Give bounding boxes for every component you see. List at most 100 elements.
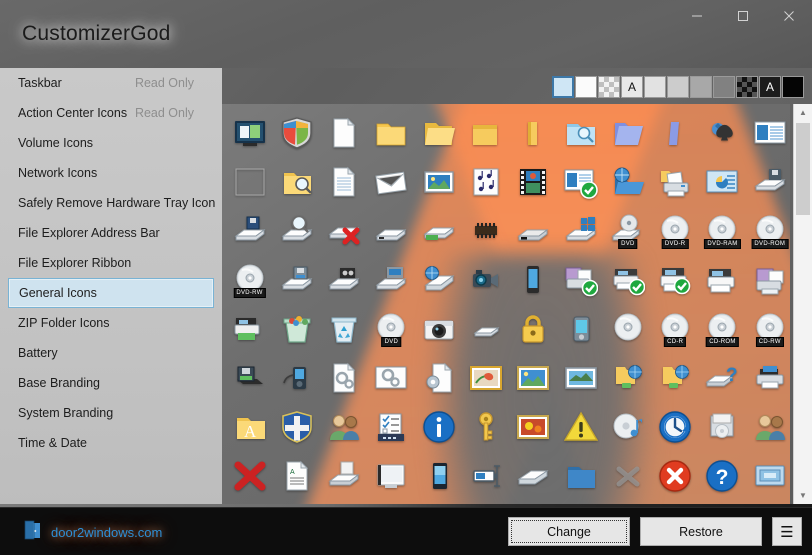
icon-photo-camera[interactable]	[422, 312, 456, 346]
icon-cell[interactable]	[462, 353, 509, 402]
icon-cell[interactable]	[510, 402, 557, 451]
swatch-checker-dark[interactable]	[736, 76, 758, 98]
icon-cell[interactable]	[746, 108, 790, 157]
icon-cell[interactable]	[557, 206, 604, 255]
icon-floppy-drive[interactable]	[753, 165, 787, 199]
icon-lock-padlock[interactable]	[516, 312, 550, 346]
icon-cell[interactable]: CD-ROM	[699, 304, 746, 353]
sidebar-item-volume-icons[interactable]: Volume Icons	[8, 128, 214, 158]
icon-cell[interactable]	[462, 157, 509, 206]
icon-cell[interactable]	[462, 206, 509, 255]
icon-disc-cd-rom[interactable]: CD-ROM	[705, 312, 739, 346]
swatch-light-blue[interactable]	[552, 76, 574, 98]
icon-disc-dvd-r[interactable]: DVD-R	[658, 214, 692, 248]
swatch-gray-4[interactable]	[713, 76, 735, 98]
icon-cell[interactable]	[273, 353, 320, 402]
icon-cell[interactable]: DVD	[604, 206, 651, 255]
icon-cell[interactable]	[510, 108, 557, 157]
icon-drive-small[interactable]	[469, 312, 503, 346]
swatch-gray-1[interactable]	[644, 76, 666, 98]
icon-cell[interactable]	[226, 206, 273, 255]
icon-cell[interactable]: CD-RW	[746, 304, 790, 353]
icon-cell[interactable]	[273, 402, 320, 451]
icon-cell[interactable]	[273, 157, 320, 206]
sidebar-item-file-explorer-ribbon[interactable]: File Explorer Ribbon	[8, 248, 214, 278]
icon-cell[interactable]	[226, 157, 273, 206]
icon-disc-cd-r[interactable]: CD-R	[658, 312, 692, 346]
icon-photo-lake[interactable]	[564, 361, 598, 395]
icon-cell[interactable]	[226, 353, 273, 402]
icon-drive-backup[interactable]	[374, 263, 408, 297]
icon-cell[interactable]	[746, 402, 790, 451]
icon-disc-dvd-rom[interactable]: DVD-ROM	[753, 214, 787, 248]
icon-cell[interactable]	[652, 108, 699, 157]
icon-cell[interactable]	[604, 451, 651, 500]
icon-cell[interactable]	[368, 255, 415, 304]
icon-picture-frame[interactable]	[422, 165, 456, 199]
icon-drive-dark[interactable]	[516, 214, 550, 248]
icon-cell[interactable]	[368, 206, 415, 255]
icon-cell[interactable]	[273, 206, 320, 255]
sidebar-item-network-icons[interactable]: Network Icons	[8, 158, 214, 188]
icon-cell[interactable]	[462, 108, 509, 157]
icon-mobile-phone[interactable]	[516, 263, 550, 297]
icon-folder-thin-yellow[interactable]	[516, 116, 550, 150]
icon-cell[interactable]	[226, 108, 273, 157]
icon-drive-unknown[interactable]: ?	[705, 361, 739, 395]
icon-chart-window[interactable]	[705, 165, 739, 199]
icon-cell[interactable]	[226, 451, 273, 500]
sidebar-item-time-date[interactable]: Time & Date	[8, 428, 214, 458]
icon-cell[interactable]	[557, 353, 604, 402]
icon-cell[interactable]: ?	[699, 451, 746, 500]
icon-printer-network[interactable]	[753, 361, 787, 395]
icon-cell[interactable]	[510, 353, 557, 402]
icon-cell[interactable]: DVD-RAM	[699, 206, 746, 255]
icon-cell[interactable]	[273, 304, 320, 353]
icon-printer-dark-check[interactable]	[611, 263, 645, 297]
icon-scanner-printer[interactable]	[233, 312, 267, 346]
icon-cell[interactable]	[415, 255, 462, 304]
icon-cell[interactable]	[368, 451, 415, 500]
icon-media-player-device[interactable]	[564, 312, 598, 346]
icon-cell[interactable]: CD-R	[652, 304, 699, 353]
icon-cd-burn-box[interactable]	[705, 410, 739, 444]
icon-printer-folder[interactable]	[658, 165, 692, 199]
icon-cell[interactable]	[557, 157, 604, 206]
icon-cell[interactable]	[462, 451, 509, 500]
swatch-gray-2[interactable]	[667, 76, 689, 98]
icon-monitor-white[interactable]	[374, 459, 408, 493]
icon-desktop-display[interactable]	[233, 116, 267, 150]
icon-cell[interactable]	[462, 255, 509, 304]
icon-security-shield-color[interactable]	[280, 116, 314, 150]
icon-cell[interactable]	[510, 451, 557, 500]
icon-help-circle[interactable]: ?	[705, 459, 739, 493]
icon-cell[interactable]: DVD-ROM	[746, 206, 790, 255]
icon-games-cards[interactable]	[705, 116, 739, 150]
icon-video-camera[interactable]	[469, 263, 503, 297]
icon-disc-dvd-rw[interactable]: DVD-RW	[233, 263, 267, 297]
icon-cell[interactable]	[557, 108, 604, 157]
icon-cell[interactable]	[368, 353, 415, 402]
icon-cell[interactable]	[321, 206, 368, 255]
icon-music-score[interactable]	[469, 165, 503, 199]
icon-cell[interactable]	[462, 304, 509, 353]
icon-cell[interactable]	[368, 157, 415, 206]
icon-cell[interactable]	[604, 157, 651, 206]
icon-folder-yellow-flat[interactable]	[469, 116, 503, 150]
icon-cell[interactable]	[699, 255, 746, 304]
icon-cell[interactable]	[415, 206, 462, 255]
icon-battery-meter[interactable]	[469, 459, 503, 493]
icon-cell[interactable]	[510, 157, 557, 206]
icon-disc-cd-rw[interactable]: CD-RW	[753, 312, 787, 346]
scrollbar-thumb[interactable]	[796, 123, 810, 215]
icon-photo-flowers[interactable]	[516, 410, 550, 444]
swatch-checker-light[interactable]	[598, 76, 620, 98]
icon-scanner-network[interactable]	[422, 263, 456, 297]
icon-folder-closed[interactable]	[374, 116, 408, 150]
icon-network-folder[interactable]	[611, 165, 645, 199]
icon-printer-plain[interactable]	[705, 263, 739, 297]
icon-cell[interactable]	[321, 157, 368, 206]
icon-cell[interactable]	[652, 255, 699, 304]
icon-cell[interactable]	[510, 304, 557, 353]
icon-drive-green[interactable]	[422, 214, 456, 248]
